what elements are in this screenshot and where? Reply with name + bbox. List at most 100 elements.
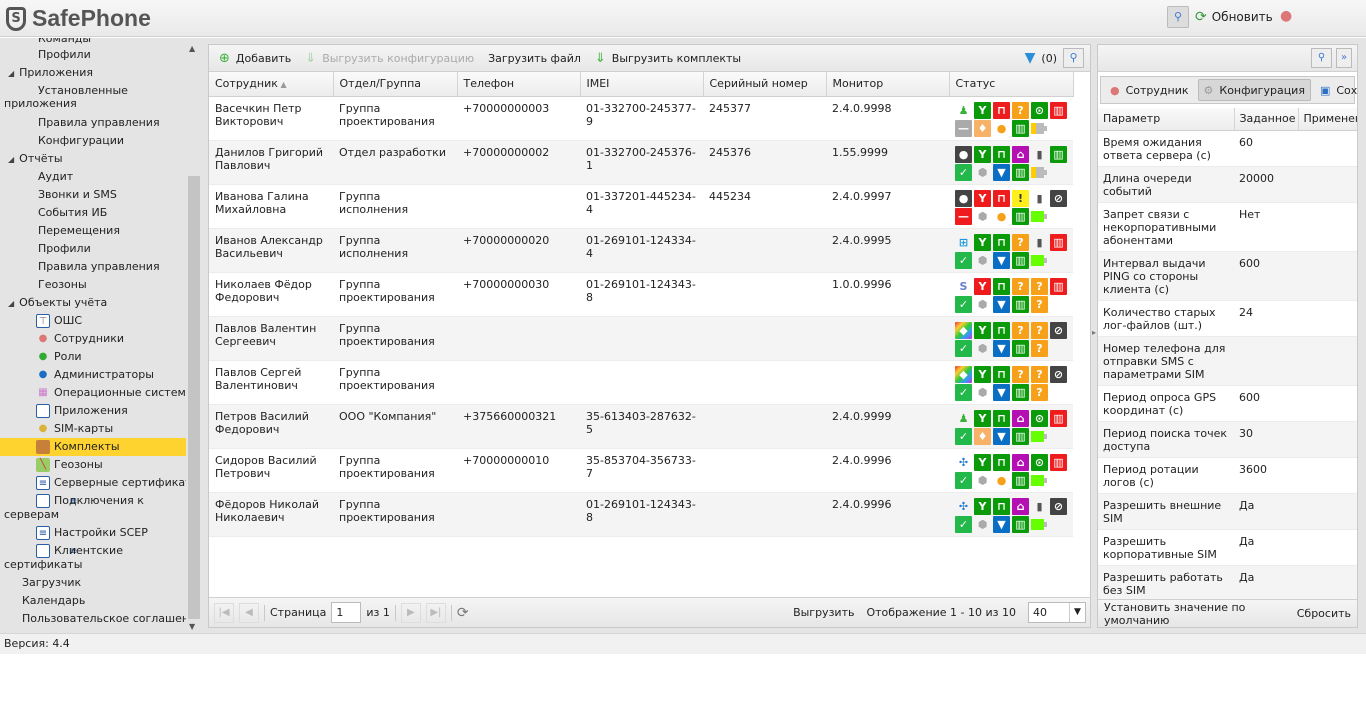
param-row[interactable]: Период ротации логов (с) 3600 (1098, 457, 1357, 494)
sidebar-item[interactable]: Правила управления (0, 258, 186, 276)
table-row[interactable]: Сидоров Василий Петрович Группа проектиро… (209, 448, 1073, 493)
last-page-button[interactable]: ▶| (425, 602, 446, 623)
sidebar-item[interactable]: Перемещения (0, 222, 186, 240)
tab-configuration[interactable]: ⚙ Конфигурация (1197, 79, 1311, 101)
set-default-button[interactable]: Установить значение по умолчанию (1104, 601, 1297, 627)
column-header[interactable]: Сотрудник ▲ (209, 72, 334, 97)
param-row[interactable]: Период опроса GPS координат (с) 600 (1098, 385, 1357, 422)
param-value[interactable]: Нет (1234, 202, 1298, 252)
table-row[interactable]: Николаев Фёдор Федорович Группа проектиро… (209, 272, 1073, 317)
param-value[interactable]: Да (1234, 493, 1298, 530)
save-button[interactable]: ▣ Сохр (1315, 79, 1357, 101)
sidebar-item[interactable]: ● Роли (0, 348, 186, 366)
add-button[interactable]: ⊕ Добавить (215, 49, 295, 68)
sidebar-item[interactable]: Пользовательское соглашение (0, 610, 186, 628)
sidebar-item[interactable]: Профили (0, 46, 186, 64)
sidebar-item[interactable]: ◢ Объекты учёта (0, 294, 186, 312)
sidebar-item[interactable]: ● Администраторы (0, 366, 186, 384)
page-input[interactable]: 1 (331, 602, 362, 623)
param-row[interactable]: Интервал выдачи PING со стороны клиента … (1098, 251, 1357, 301)
collapse-panel-button[interactable]: » (1336, 48, 1352, 68)
sidebar-item[interactable]: Приложения (0, 402, 186, 420)
tab-employee[interactable]: ● Сотрудник (1105, 79, 1194, 101)
sidebar-item[interactable]: ◢ Отчёты (0, 150, 186, 168)
filter-icon[interactable]: ▼ (1025, 50, 1036, 66)
column-header[interactable]: IMEI (580, 72, 704, 97)
column-header[interactable]: Применен (1298, 108, 1357, 131)
param-value[interactable]: 600 (1234, 251, 1298, 301)
column-header[interactable]: Параметр (1098, 108, 1235, 131)
sidebar-item[interactable]: Загрузчик (0, 574, 186, 592)
param-row[interactable]: Количество старых лог-файлов (шт.) 24 (1098, 300, 1357, 337)
grid-search-button[interactable]: ⚲ (1063, 48, 1084, 68)
collapse-splitter[interactable]: ▸ (1092, 328, 1096, 337)
export-kits-button[interactable]: ⇓ Выгрузить комплекты (591, 49, 745, 68)
sidebar-item[interactable]: Геозоны (0, 276, 186, 294)
upload-file-button[interactable]: Загрузить файл (484, 50, 585, 67)
sidebar-item[interactable]: ╲ Геозоны (0, 456, 186, 474)
table-row[interactable]: Петров Василий Федорович ООО "Компания" +3… (209, 404, 1073, 449)
reload-icon[interactable]: ⟳ (457, 605, 469, 621)
param-row[interactable]: Номер телефона для отправки SMS с параме… (1098, 336, 1357, 386)
search-button[interactable]: ⚲ (1167, 6, 1189, 28)
panel-search-button[interactable]: ⚲ (1311, 48, 1332, 68)
reset-button[interactable]: Сбросить (1297, 607, 1351, 620)
sidebar-scrollbar[interactable]: ▲ ▼ (186, 42, 202, 632)
param-value[interactable]: 3600 (1234, 457, 1298, 494)
user-icon[interactable]: ● (1280, 8, 1296, 24)
param-value[interactable]: 600 (1234, 385, 1298, 422)
column-header[interactable]: Серийный номер (703, 72, 827, 97)
param-row[interactable]: Разрешить внешние SIM Да (1098, 493, 1357, 530)
first-page-button[interactable]: |◀ (214, 602, 234, 623)
sidebar-item[interactable]: ≡ Настройки SCEP (0, 524, 186, 542)
column-header[interactable]: Статус (949, 72, 1074, 97)
expand-triangle-icon[interactable]: ◢ (8, 155, 14, 164)
sidebar-item[interactable]: Комплекты (0, 438, 186, 456)
table-row[interactable]: Фёдоров Николай Николаевич Группа проекти… (209, 492, 1073, 537)
table-row[interactable]: Павлов Валентин Сергеевич Группа проектир… (209, 316, 1073, 361)
sidebar-item[interactable]: ▦ Операционные системы (0, 384, 186, 402)
sidebar-item[interactable]: Установленные приложения (0, 82, 186, 114)
column-header[interactable]: Монитор (826, 72, 950, 97)
param-row[interactable]: Длина очереди событий 20000 (1098, 166, 1357, 203)
param-row[interactable]: Запрет связи с некорпоративными абонента… (1098, 202, 1357, 252)
sidebar-item[interactable]: Звонки и SMS (0, 186, 186, 204)
param-row[interactable]: Разрешить работать без SIM Да (1098, 565, 1357, 602)
sidebar-item[interactable]: Команды (0, 38, 186, 46)
sidebar-item[interactable]: Календарь (0, 592, 186, 610)
table-row[interactable]: Васечкин Петр Викторович Группа проектиро… (209, 96, 1073, 141)
page-size-select[interactable]: 40 ▼ (1028, 602, 1086, 623)
table-row[interactable]: Павлов Сергей Валентинович Группа проекти… (209, 360, 1073, 405)
sidebar-item[interactable]: Профили (0, 240, 186, 258)
export-link[interactable]: Выгрузить (793, 606, 854, 619)
param-row[interactable]: Разрешить корпоративные SIM Да (1098, 529, 1357, 566)
table-row[interactable]: Иванова Галина Михайловна Группа исполнен… (209, 184, 1073, 229)
param-value[interactable]: Да (1234, 565, 1298, 602)
sidebar-item[interactable]: Конфигурации (0, 132, 186, 150)
param-value[interactable]: 60 (1234, 130, 1298, 167)
sidebar-item[interactable]: ● Сотрудники (0, 330, 186, 348)
sidebar-item[interactable]: ≡ Серверные сертификат (0, 474, 186, 492)
expand-triangle-icon[interactable]: ◢ (8, 69, 14, 78)
param-value[interactable]: 20000 (1234, 166, 1298, 203)
sidebar-item[interactable]: ◢ Приложения (0, 64, 186, 82)
sidebar-item[interactable]: Правила управления (0, 114, 186, 132)
sidebar-item[interactable]: ● SIM-карты (0, 420, 186, 438)
param-row[interactable]: Период поиска точек доступа 30 (1098, 421, 1357, 458)
prev-page-button[interactable]: ◀ (239, 602, 259, 623)
refresh-button[interactable]: ⟳ Обновить (1195, 9, 1273, 25)
column-header[interactable]: Заданное з (1234, 108, 1299, 131)
table-row[interactable]: Данилов Григорий Павлович Отдел разработк… (209, 140, 1073, 185)
export-config-button[interactable]: ⇓ Выгрузить конфигурацию (301, 49, 478, 68)
table-row[interactable]: Иванов Александр Васильевич Группа исполн… (209, 228, 1073, 273)
sidebar-item[interactable]: События ИБ (0, 204, 186, 222)
column-header[interactable]: Отдел/Группа (333, 72, 458, 97)
sidebar-item[interactable]: ≡Подключения к серверам (0, 492, 186, 524)
param-value[interactable]: 24 (1234, 300, 1298, 337)
param-row[interactable]: Время ожидания ответа сервера (с) 60 (1098, 130, 1357, 167)
next-page-button[interactable]: ▶ (400, 602, 421, 623)
param-value[interactable]: Да (1234, 529, 1298, 566)
column-header[interactable]: Телефон (457, 72, 581, 97)
param-value[interactable] (1234, 336, 1298, 386)
param-value[interactable]: 30 (1234, 421, 1298, 458)
